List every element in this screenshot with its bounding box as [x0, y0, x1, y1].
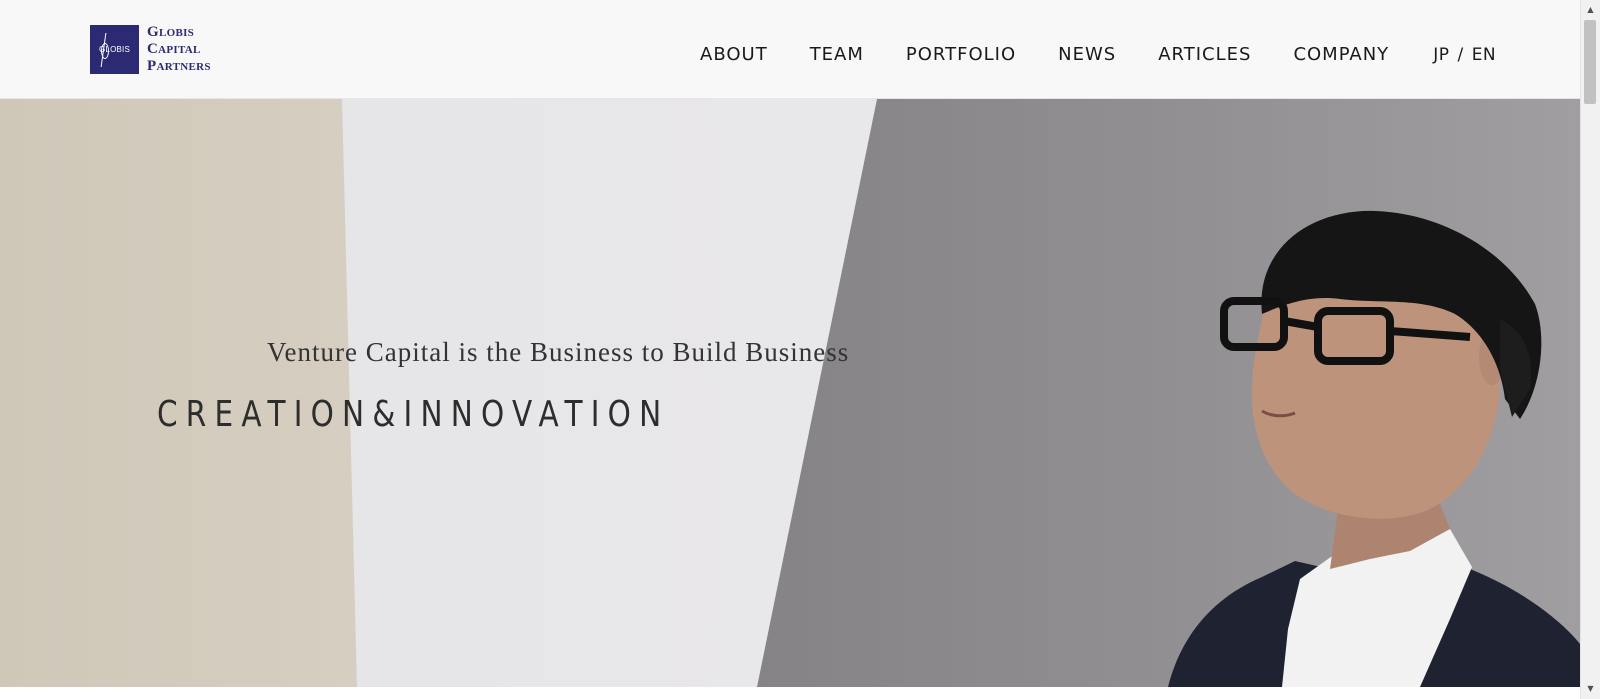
globis-logo-link[interactable]: GLOBIS Globis Capital Partners: [90, 24, 211, 75]
nav-team[interactable]: TEAM: [810, 44, 864, 65]
logo-word-partners: Partners: [147, 58, 211, 74]
globis-logo-mark: GLOBIS: [90, 25, 139, 74]
logo-word-globis: Globis: [147, 24, 195, 40]
scrollbar-thumb[interactable]: [1584, 20, 1596, 104]
page-content-start: [0, 687, 1580, 699]
lang-separator: /: [1457, 44, 1464, 65]
chevron-up-icon[interactable]: ▲: [1581, 2, 1600, 18]
page-scrollbar[interactable]: ▲ ▼: [1580, 0, 1600, 699]
logo-wordmark: Globis Capital Partners: [147, 24, 211, 75]
chevron-down-icon[interactable]: ▼: [1581, 681, 1600, 697]
lang-jp-link[interactable]: JP: [1433, 45, 1449, 65]
nav-portfolio[interactable]: PORTFOLIO: [906, 44, 1016, 65]
hero-headline: CREATION&INNOVATION: [157, 394, 670, 435]
hero-tagline: Venture Capital is the Business to Build…: [267, 337, 850, 367]
nav-articles[interactable]: ARTICLES: [1158, 44, 1251, 65]
hero-background-illustration: [0, 99, 1580, 687]
logo-mark-text: GLOBIS: [99, 45, 130, 54]
logo-word-capital: Capital: [147, 41, 201, 57]
nav-news[interactable]: NEWS: [1058, 44, 1116, 65]
lang-en-link[interactable]: EN: [1472, 45, 1496, 65]
language-switcher: JP / EN: [1433, 45, 1496, 65]
hero-beige-panel: [0, 99, 357, 687]
nav-about[interactable]: ABOUT: [700, 44, 768, 65]
main-nav: ABOUT TEAM PORTFOLIO NEWS ARTICLES COMPA…: [700, 44, 1496, 65]
hero-video-banner[interactable]: Venture Capital is the Business to Build…: [0, 99, 1580, 687]
nav-company[interactable]: COMPANY: [1293, 44, 1389, 65]
site-header: GLOBIS Globis Capital Partners ABOUT TEA…: [0, 0, 1580, 99]
page: GLOBIS Globis Capital Partners ABOUT TEA…: [0, 0, 1600, 699]
